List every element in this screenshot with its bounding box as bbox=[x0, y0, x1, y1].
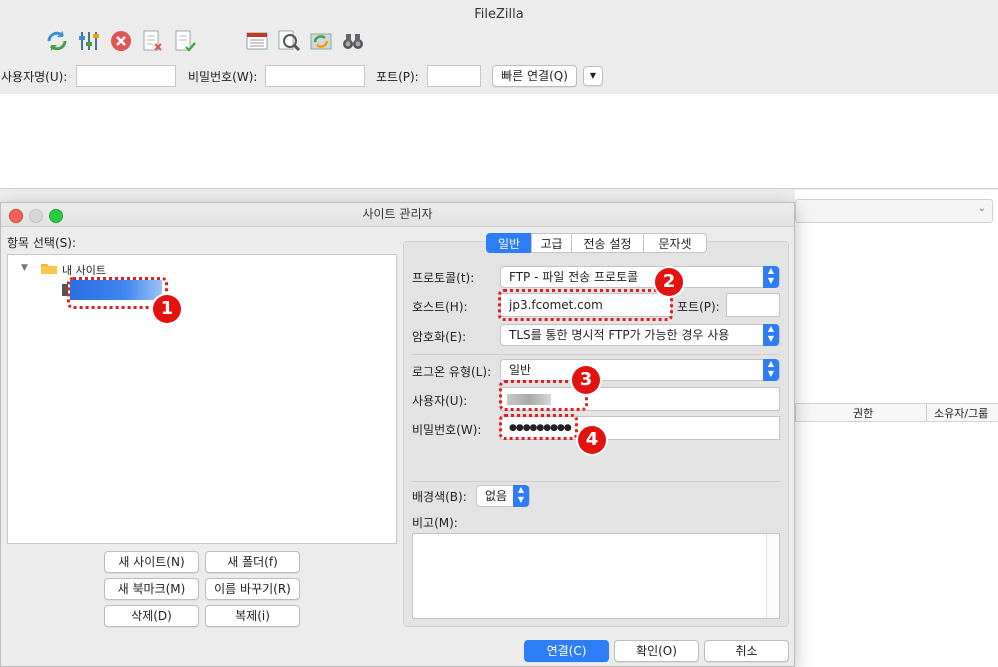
comments-label: 비고(M): bbox=[412, 516, 458, 530]
quick-password-input[interactable] bbox=[265, 65, 365, 87]
delete-button[interactable]: 삭제(D) bbox=[104, 605, 199, 627]
select-arrows-icon: ▲ ▼ bbox=[513, 485, 529, 507]
close-window-button[interactable] bbox=[9, 209, 23, 223]
port-label: 포트(P): bbox=[677, 300, 720, 314]
settings-sliders-icon[interactable] bbox=[76, 28, 102, 54]
tab-general[interactable]: 일반 bbox=[486, 233, 532, 253]
protocol-value: FTP - 파일 전송 프로토콜 bbox=[509, 270, 639, 284]
select-arrows-icon: ▲ ▼ bbox=[763, 266, 779, 288]
protocol-label: 프로토콜(t): bbox=[412, 271, 475, 285]
background-color-select[interactable]: 없음 ▲ ▼ bbox=[476, 485, 530, 507]
annotation-badge-3: 3 bbox=[572, 366, 600, 394]
select-arrows-icon: ▲ ▼ bbox=[763, 359, 779, 381]
site-manager-dialog: 사이트 관리자 항목 선택(S): ▼ 내 사이트 1 새 사이트(N) 새 폴… bbox=[0, 202, 795, 667]
zoom-window-button[interactable] bbox=[49, 209, 63, 223]
quick-user-label: 사용자명(U): bbox=[1, 70, 68, 84]
tab-advanced[interactable]: 고급 bbox=[531, 233, 572, 253]
annotation-badge-2: 2 bbox=[655, 268, 683, 296]
folder-icon bbox=[41, 262, 57, 274]
reconnect-icon[interactable] bbox=[44, 28, 70, 54]
annotation-highlight-4 bbox=[499, 414, 578, 440]
password-label: 비밀번호(W): bbox=[412, 423, 482, 437]
select-entry-label: 항목 선택(S): bbox=[7, 236, 76, 250]
annotation-badge-4: 4 bbox=[578, 426, 606, 454]
disclosure-triangle-icon[interactable]: ▼ bbox=[21, 263, 28, 273]
message-log bbox=[0, 94, 998, 189]
rename-button[interactable]: 이름 바꾸기(R) bbox=[205, 578, 300, 600]
quick-port-input[interactable] bbox=[427, 65, 481, 87]
tree-root-label[interactable]: 내 사이트 bbox=[62, 262, 106, 278]
column-permissions[interactable]: 권한 bbox=[853, 405, 873, 421]
remote-path-dropdown[interactable]: ⌄ bbox=[795, 199, 993, 223]
chevron-down-icon: ⌄ bbox=[977, 203, 986, 214]
disconnect-icon[interactable] bbox=[140, 28, 166, 54]
user-label: 사용자(U): bbox=[412, 394, 468, 408]
encryption-select[interactable]: TLS를 통한 명시적 FTP가 가능한 경우 사용 ▲ ▼ bbox=[500, 324, 780, 346]
column-owner[interactable]: 소유자/그룹 bbox=[934, 405, 988, 421]
dialog-title: 사이트 관리자 bbox=[1, 203, 794, 227]
logon-type-label: 로그온 유형(L): bbox=[412, 365, 492, 379]
toolbar bbox=[0, 24, 998, 60]
protocol-select[interactable]: FTP - 파일 전송 프로토콜 ▲ ▼ bbox=[500, 266, 780, 288]
encryption-label: 암호화(E): bbox=[412, 330, 467, 344]
cancel-icon[interactable] bbox=[108, 28, 134, 54]
annotation-highlight-2 bbox=[498, 289, 673, 321]
binoculars-icon[interactable] bbox=[340, 28, 366, 54]
quickconnect-bar: 사용자명(U): 비밀번호(W): 포트(P): 빠른 연결(Q) ▼ bbox=[0, 60, 998, 94]
quickconnect-history-button[interactable]: ▼ bbox=[583, 66, 603, 86]
background-color-value: 없음 bbox=[485, 489, 508, 503]
ok-button[interactable]: 확인(O) bbox=[614, 640, 699, 662]
scrollbar[interactable] bbox=[766, 534, 779, 618]
settings-tabs: 일반 고급 전송 설정 문자셋 bbox=[486, 233, 708, 253]
sync-browse-icon[interactable] bbox=[308, 28, 334, 54]
port-input[interactable] bbox=[726, 293, 780, 317]
search-files-icon[interactable] bbox=[276, 28, 302, 54]
annotation-badge-1: 1 bbox=[153, 295, 181, 323]
connect-button[interactable]: 연결(C) bbox=[524, 640, 609, 662]
divider bbox=[412, 354, 780, 355]
remote-pane bbox=[795, 190, 998, 667]
connect-check-icon[interactable] bbox=[172, 28, 198, 54]
quick-password-label: 비밀번호(W): bbox=[188, 70, 258, 84]
select-arrows-icon: ▲ ▼ bbox=[763, 324, 779, 346]
new-bookmark-button[interactable]: 새 북마크(M) bbox=[104, 578, 199, 600]
encryption-value: TLS를 통한 명시적 FTP가 가능한 경우 사용 bbox=[509, 328, 730, 342]
quick-port-label: 포트(P): bbox=[376, 70, 419, 84]
divider bbox=[412, 481, 780, 482]
background-color-label: 배경색(B): bbox=[412, 490, 467, 504]
comments-textarea[interactable] bbox=[412, 533, 780, 619]
duplicate-button[interactable]: 복제(i) bbox=[205, 605, 300, 627]
tab-charset[interactable]: 문자셋 bbox=[643, 233, 707, 253]
site-tree[interactable]: ▼ 내 사이트 bbox=[7, 254, 397, 544]
minimize-window-button[interactable] bbox=[29, 209, 43, 223]
cancel-button[interactable]: 취소 bbox=[704, 640, 789, 662]
remote-file-header: 권한 소유자/그룹 bbox=[795, 403, 998, 422]
tab-transfer-settings[interactable]: 전송 설정 bbox=[571, 233, 644, 253]
logon-type-select[interactable]: 일반 ▲ ▼ bbox=[500, 359, 780, 381]
logon-type-value: 일반 bbox=[509, 363, 532, 377]
new-site-button[interactable]: 새 사이트(N) bbox=[104, 551, 199, 573]
directory-listing-icon[interactable] bbox=[244, 28, 270, 54]
chevron-down-icon: ▼ bbox=[589, 71, 597, 80]
quickconnect-button[interactable]: 빠른 연결(Q) bbox=[492, 65, 577, 87]
new-folder-button[interactable]: 새 폴더(f) bbox=[205, 551, 300, 573]
host-label: 호스트(H): bbox=[412, 300, 468, 314]
quick-user-input[interactable] bbox=[76, 65, 176, 87]
